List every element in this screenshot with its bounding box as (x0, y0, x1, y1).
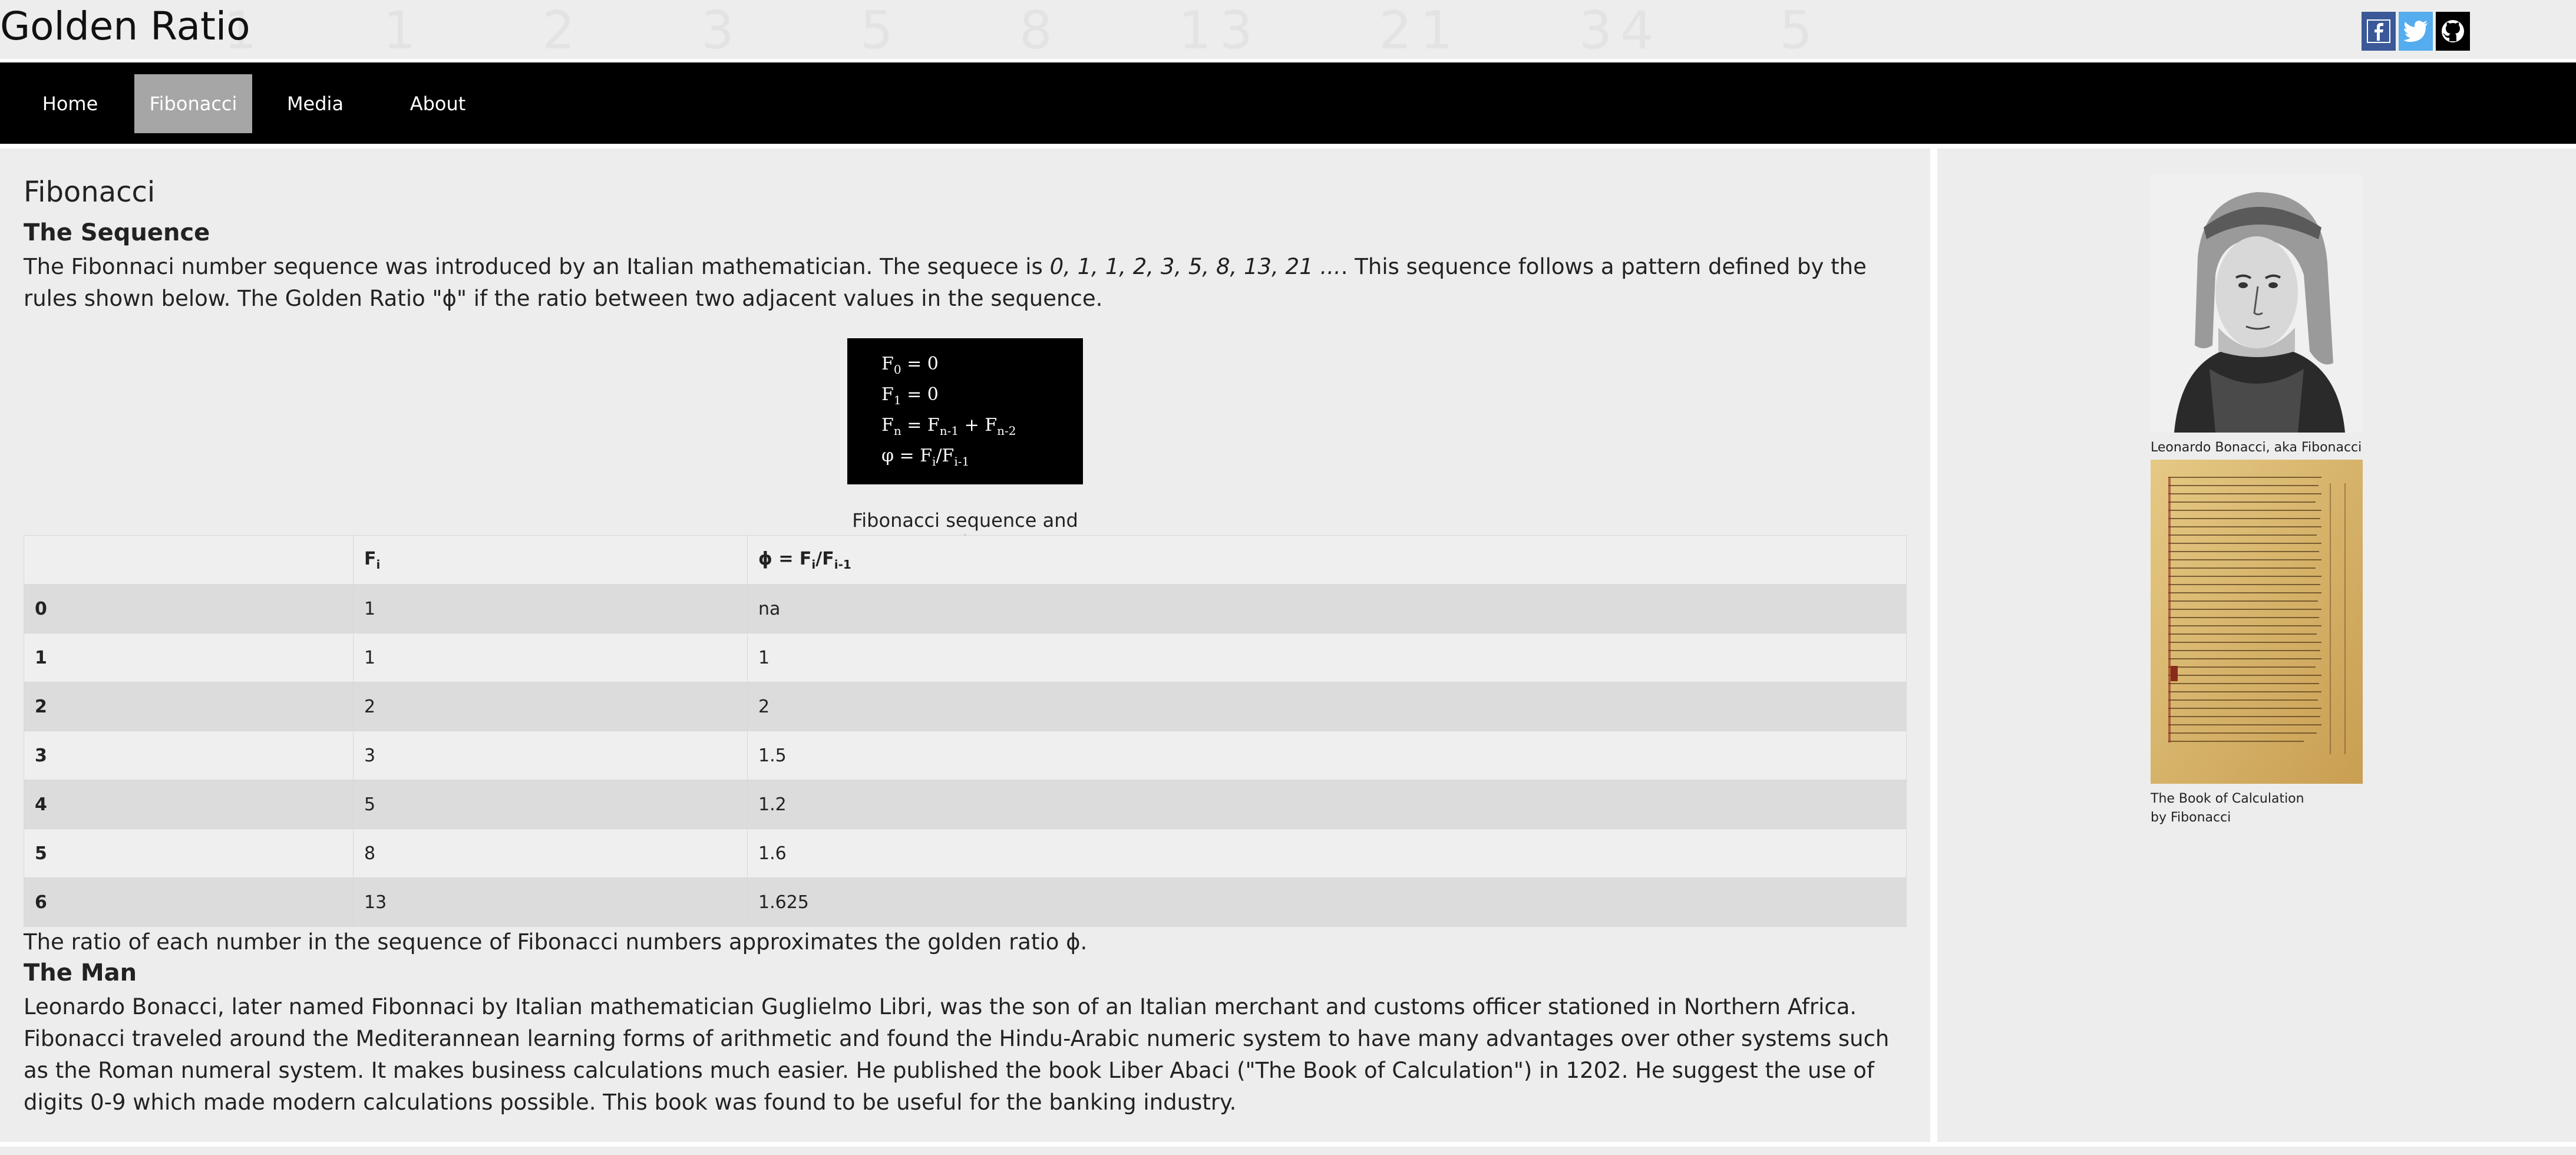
table-row: 5 8 1.6 (24, 829, 1907, 878)
facebook-icon[interactable] (2362, 12, 2396, 51)
formula-line-phi: φ = Fi/Fi-1 (881, 446, 970, 468)
formula-line-fn: Fn = Fn-1 + Fn-2 (881, 415, 1016, 438)
book-of-calculation-image (2151, 460, 2363, 784)
row-index: 5 (24, 829, 354, 878)
row-phi: 1.6 (747, 829, 1907, 878)
table-row: 222 (24, 682, 1907, 731)
nav-item-about[interactable]: About (391, 74, 484, 133)
formula-line-f1: F1 = 0 (881, 384, 939, 407)
table-row: 3 3 1.5 (24, 731, 1907, 780)
row-phi: 2 (747, 682, 1907, 731)
fibonacci-formula-image: F0 = 0 F1 = 0 Fn = Fn-1 + Fn-2 φ = Fi/Fi… (847, 338, 1083, 484)
row-fi: 3 (353, 731, 748, 780)
nav-divider (0, 144, 2576, 148)
nav-item-home[interactable]: Home (24, 74, 117, 133)
row-phi: na (747, 584, 1907, 633)
fibonacci-portrait-image (2151, 174, 2363, 433)
sequence-heading: The Sequence (24, 219, 210, 246)
sequence-paragraph: The Fibonnaci number sequence was introd… (24, 254, 1867, 311)
row-fi: 2 (353, 682, 748, 731)
table-header-row: Fi ϕ = Fi/Fi-1 (24, 535, 1907, 585)
row-phi: 1.625 (747, 877, 1907, 927)
header-index (24, 535, 354, 585)
ratio-paragraph: The ratio of each number in the sequence… (24, 929, 1088, 955)
main-nav: Home Fibonacci Media About (0, 62, 2576, 144)
table-row: 0 1 na (24, 584, 1907, 633)
table-row: 6 13 1.625 (24, 877, 1907, 927)
row-index: 3 (24, 731, 354, 780)
table-row: 4 5 1.2 (24, 780, 1907, 829)
portrait-caption: Leonardo Bonacci, aka Fibonacci (2151, 440, 2362, 455)
book-caption-author: by Fibonacci (2151, 810, 2231, 825)
row-fi: 1 (353, 633, 748, 682)
table-row: 111 (24, 633, 1907, 682)
twitter-icon[interactable] (2399, 12, 2433, 51)
nav-item-fibonacci[interactable]: Fibonacci (134, 74, 252, 133)
page-title: Fibonacci (24, 176, 156, 209)
row-fi: 13 (353, 877, 748, 927)
book-caption-title: The Book of Calculation (2151, 791, 2304, 806)
row-phi: 1.5 (747, 731, 1907, 780)
fibonacci-table: Fi ϕ = Fi/Fi-1 0 1 na 111 222 3 3 1.5 4 5 1.2 … (24, 535, 1907, 927)
row-phi: 1 (747, 633, 1907, 682)
sequence-values: 0, 1, 1, 2, 3, 5, 8, 13, 21 ... (1049, 254, 1341, 279)
row-phi: 1.2 (747, 780, 1907, 829)
footer-divider (0, 1142, 2576, 1147)
row-fi: 5 (353, 780, 748, 829)
footer (0, 1147, 2576, 1155)
nav-item-media[interactable]: Media (269, 74, 362, 133)
man-heading: The Man (24, 959, 137, 986)
man-paragraph: Leonardo Bonacci, later named Fibonnaci … (24, 994, 1890, 1115)
github-icon[interactable] (2436, 12, 2470, 51)
row-index: 0 (24, 584, 354, 633)
row-index: 2 (24, 682, 354, 731)
row-index: 1 (24, 633, 354, 682)
column-divider (1930, 148, 1937, 1144)
header-number-watermark: 1 1 2 3 5 8 13 21 34 5 (224, 0, 1821, 59)
site-header: 1 1 2 3 5 8 13 21 34 5 Golden Ratio (0, 0, 2576, 59)
site-title: Golden Ratio (0, 4, 250, 49)
row-index: 6 (24, 877, 354, 927)
formula-line-f0: F0 = 0 (881, 354, 939, 377)
row-fi: 1 (353, 584, 748, 633)
row-index: 4 (24, 780, 354, 829)
row-fi: 8 (353, 829, 748, 878)
header-fi: Fi (353, 535, 748, 585)
header-phi: ϕ = Fi/Fi-1 (747, 535, 1907, 585)
